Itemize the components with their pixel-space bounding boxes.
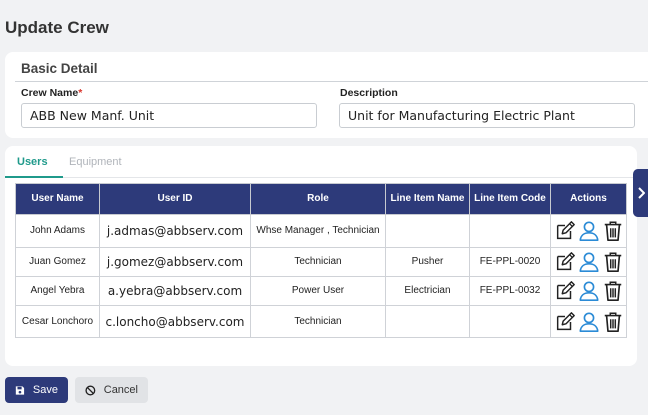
cell-user-id: j.admas@abbserv.com (99, 214, 251, 248)
table-row: Cesar Lonchoro c.loncho@abbserv.com Tech… (15, 305, 627, 338)
cell-user-name: Cesar Lonchoro (15, 305, 100, 338)
table-row: Juan Gomez j.gomez@abbserv.com Technicia… (15, 247, 627, 277)
trash-icon[interactable] (602, 280, 624, 302)
cell-user-id: j.gomez@abbserv.com (99, 247, 251, 277)
user-icon[interactable] (578, 280, 600, 302)
user-icon[interactable] (578, 251, 600, 273)
table-row: Angel Yebra a.yebra@abbserv.com Power Us… (15, 276, 627, 306)
trash-icon[interactable] (602, 311, 624, 333)
description-label: Description (340, 87, 398, 99)
edit-icon[interactable] (554, 280, 576, 302)
cell-actions (550, 247, 627, 277)
cell-actions (550, 276, 627, 306)
edit-icon[interactable] (554, 251, 576, 273)
cell-line-item-name (385, 214, 470, 248)
cell-role: Technician (250, 247, 386, 277)
trash-icon[interactable] (602, 220, 624, 242)
cell-role: Technician (250, 305, 386, 338)
divider (15, 81, 648, 82)
save-button[interactable]: Save (5, 377, 68, 403)
save-button-label: Save (32, 384, 58, 396)
tab-bar-divider (5, 177, 637, 178)
cancel-button-label: Cancel (103, 384, 138, 396)
cell-user-id: a.yebra@abbserv.com (99, 276, 251, 306)
cell-user-name: Juan Gomez (15, 247, 100, 277)
cell-user-name: John Adams (15, 214, 100, 248)
header-user-name: User Name (15, 183, 100, 215)
description-input[interactable]: Unit for Manufacturing Electric Plant (339, 103, 635, 128)
required-mark: * (78, 87, 83, 99)
cell-actions (550, 305, 627, 338)
tab-users[interactable]: Users (17, 156, 48, 168)
crew-name-input[interactable]: ABB New Manf. Unit (21, 103, 317, 128)
cell-line-item-code: FE-PPL-0020 (469, 247, 551, 277)
page-title: Update Crew (5, 18, 109, 37)
user-icon[interactable] (578, 220, 600, 242)
cell-line-item-code (469, 214, 551, 248)
header-user-id: User ID (99, 183, 251, 215)
side-panel-toggle[interactable] (633, 169, 648, 217)
table-row: John Adams j.admas@abbserv.com Whse Mana… (15, 214, 627, 248)
cell-line-item-name: Electrician (385, 276, 470, 306)
table-header-row: User Name User ID Role Line Item Name Li… (15, 183, 627, 215)
edit-icon[interactable] (554, 311, 576, 333)
cancel-icon (85, 385, 96, 395)
header-line-item-name: Line Item Name (385, 183, 470, 215)
trash-icon[interactable] (602, 251, 624, 273)
crew-name-label: Crew Name* (21, 87, 83, 99)
cell-line-item-name: Pusher (385, 247, 470, 277)
tabs-card: Users Equipment User Name User ID Role L… (5, 146, 637, 366)
chevron-right-icon (637, 187, 645, 199)
cancel-button[interactable]: Cancel (75, 377, 148, 403)
tab-equipment[interactable]: Equipment (69, 156, 122, 168)
user-icon[interactable] (578, 311, 600, 333)
cell-user-name: Angel Yebra (15, 276, 100, 306)
active-tab-indicator (5, 176, 63, 178)
section-title-basic-detail: Basic Detail (21, 61, 98, 76)
save-icon (15, 385, 25, 395)
cell-role: Power User (250, 276, 386, 306)
cell-user-id: c.loncho@abbserv.com (99, 305, 251, 338)
cell-line-item-code (469, 305, 551, 338)
header-line-item-code: Line Item Code (469, 183, 551, 215)
users-table: User Name User ID Role Line Item Name Li… (15, 183, 627, 338)
basic-detail-card: Basic Detail Crew Name* ABB New Manf. Un… (5, 52, 648, 138)
header-role: Role (250, 183, 386, 215)
cell-role: Whse Manager , Technician (250, 214, 386, 248)
cell-line-item-name (385, 305, 470, 338)
cell-actions (550, 214, 627, 248)
edit-icon[interactable] (554, 220, 576, 242)
header-actions: Actions (550, 183, 627, 215)
cell-line-item-code: FE-PPL-0032 (469, 276, 551, 306)
